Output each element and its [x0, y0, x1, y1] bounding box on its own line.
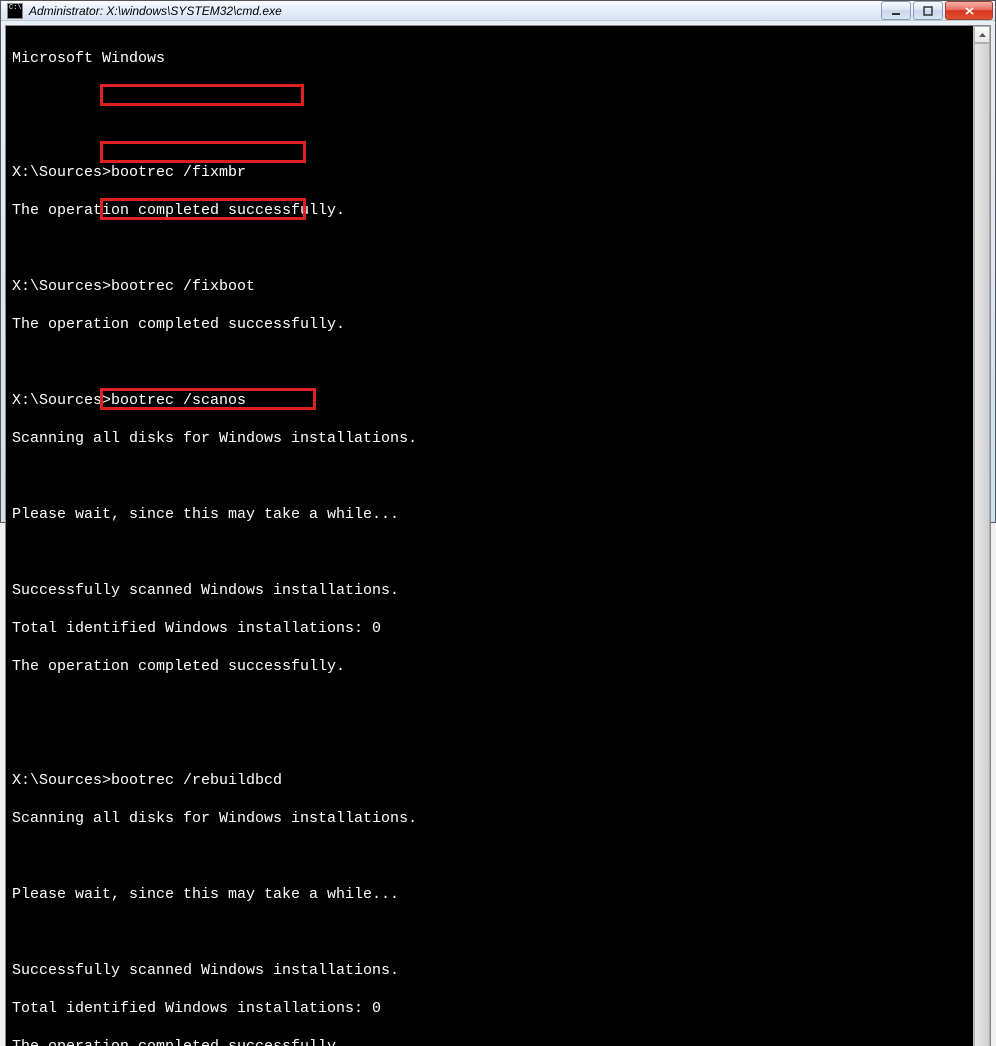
command-text: bootrec /scanos	[111, 392, 246, 409]
output-line	[12, 847, 967, 866]
output-line: Successfully scanned Windows installatio…	[12, 581, 967, 600]
command-text: bootrec /fixboot	[111, 278, 255, 295]
output-line: X:\Sources>bootrec /rebuildbcd	[12, 771, 967, 790]
prompt: X:\Sources>	[12, 278, 111, 295]
titlebar[interactable]: Administrator: X:\windows\SYSTEM32\cmd.e…	[1, 1, 995, 21]
output-line: Please wait, since this may take a while…	[12, 885, 967, 904]
output-line: Microsoft Windows	[12, 49, 967, 68]
output-line: Successfully scanned Windows installatio…	[12, 961, 967, 980]
scroll-up-button[interactable]	[974, 26, 990, 43]
scroll-thumb[interactable]	[974, 43, 990, 1046]
output-line	[12, 923, 967, 942]
terminal-output[interactable]: Microsoft Windows X:\Sources>bootrec /fi…	[6, 26, 973, 1046]
output-line: X:\Sources>bootrec /scanos	[12, 391, 967, 410]
window-title: Administrator: X:\windows\SYSTEM32\cmd.e…	[29, 4, 881, 18]
output-line: Total identified Windows installations: …	[12, 619, 967, 638]
output-line	[12, 87, 967, 106]
vertical-scrollbar[interactable]	[973, 26, 990, 1046]
output-line: Scanning all disks for Windows installat…	[12, 429, 967, 448]
output-line	[12, 467, 967, 486]
output-line	[12, 239, 967, 258]
command-text: bootrec /fixmbr	[111, 164, 246, 181]
output-line: Scanning all disks for Windows installat…	[12, 809, 967, 828]
output-line: Please wait, since this may take a while…	[12, 505, 967, 524]
prompt: X:\Sources>	[12, 164, 111, 181]
output-line	[12, 543, 967, 562]
output-line: The operation completed successfully.	[12, 657, 967, 676]
output-line	[12, 695, 967, 714]
cmd-window: Administrator: X:\windows\SYSTEM32\cmd.e…	[0, 0, 996, 523]
output-line: Total identified Windows installations: …	[12, 999, 967, 1018]
output-line	[12, 125, 967, 144]
output-line	[12, 733, 967, 752]
prompt: X:\Sources>	[12, 392, 111, 409]
output-line: X:\Sources>bootrec /fixmbr	[12, 163, 967, 182]
output-line: The operation completed successfully.	[12, 1037, 967, 1046]
minimize-button[interactable]	[881, 1, 911, 20]
client-area: Microsoft Windows X:\Sources>bootrec /fi…	[5, 25, 991, 1046]
output-line	[12, 353, 967, 372]
output-line: The operation completed successfully.	[12, 201, 967, 220]
command-text: bootrec /rebuildbcd	[111, 772, 282, 789]
window-controls	[881, 1, 993, 20]
close-button[interactable]	[945, 1, 993, 20]
app-icon	[7, 3, 23, 19]
output-line: X:\Sources>bootrec /fixboot	[12, 277, 967, 296]
maximize-button[interactable]	[913, 1, 943, 20]
scroll-track[interactable]	[974, 43, 990, 1046]
highlight-box	[100, 141, 306, 163]
output-line: The operation completed successfully.	[12, 315, 967, 334]
prompt: X:\Sources>	[12, 772, 111, 789]
